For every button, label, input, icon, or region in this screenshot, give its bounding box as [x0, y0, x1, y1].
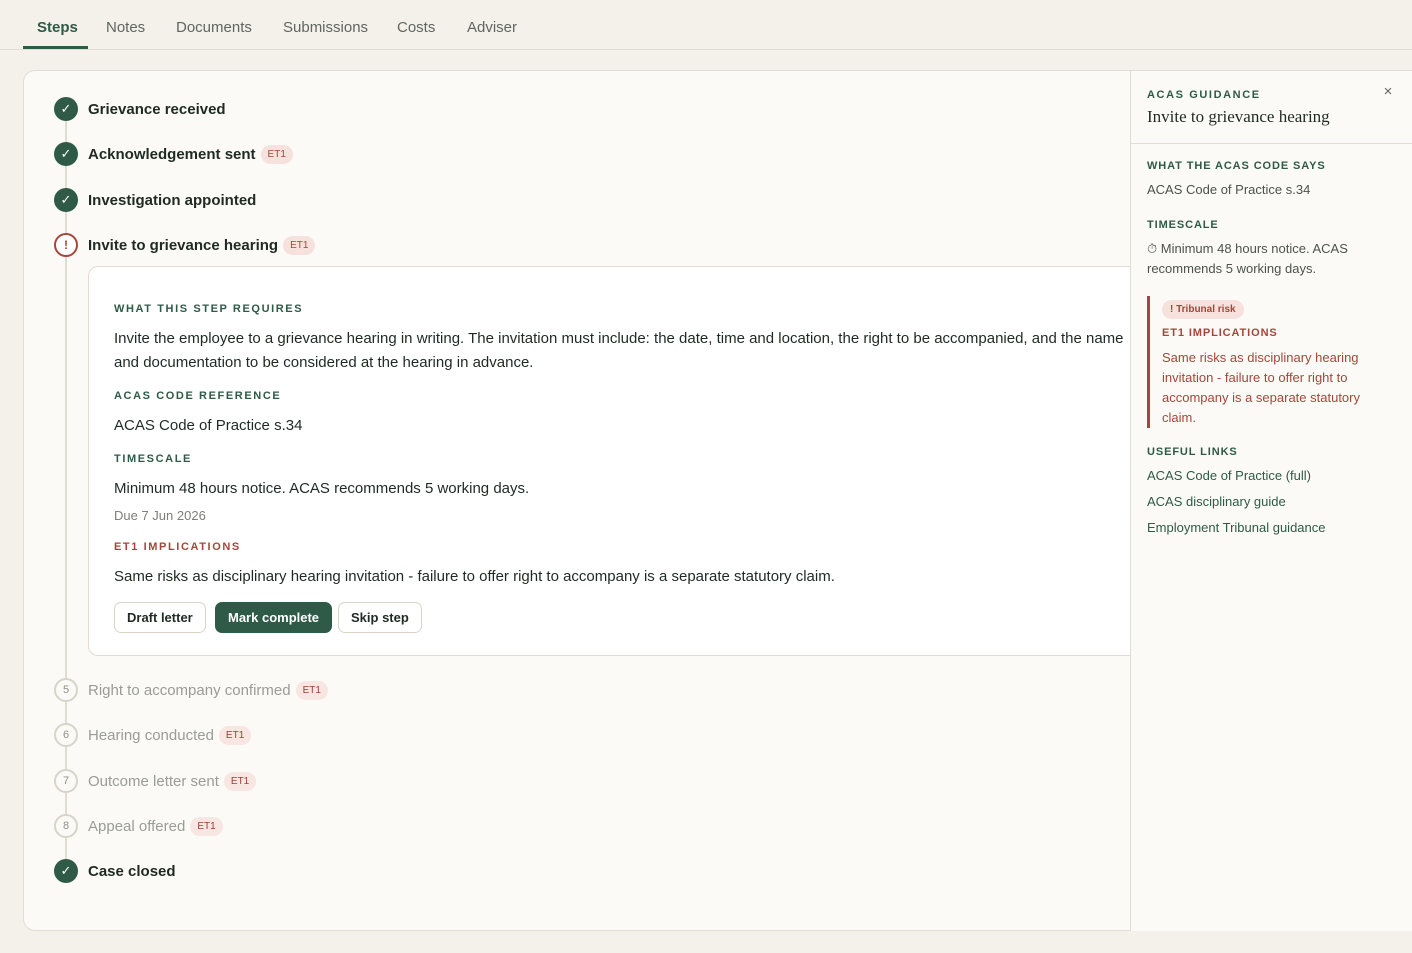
requires-heading: WHAT THIS STEP REQUIRES: [114, 303, 304, 315]
check-icon: ✓: [54, 97, 78, 121]
side-timescale-line-1: ⏱ Minimum 48 hours notice. ACAS: [1147, 241, 1348, 256]
due-date: Due 7 Jun 2026: [114, 508, 206, 523]
step-label: Appeal offered: [88, 817, 186, 835]
step-number: 5: [54, 678, 78, 702]
steps-card: ✓ Grievance received ✓ Acknowledgement s…: [23, 70, 1183, 931]
link-acas-code-full[interactable]: ACAS Code of Practice (full): [1147, 468, 1311, 483]
active-tab-indicator: [23, 46, 88, 49]
timescale-heading: TIMESCALE: [114, 453, 192, 465]
panel-divider: [1131, 143, 1412, 144]
step-invite-to-grievance-hearing[interactable]: ! Invite to grievance hearing ET1: [54, 233, 316, 257]
step-label: Right to accompany confirmed: [88, 681, 291, 699]
tribunal-risk-box: ! Tribunal risk ET1 IMPLICATIONS Same ri…: [1147, 296, 1397, 428]
skip-step-button[interactable]: Skip step: [338, 602, 422, 633]
risk-text: Same risks as disciplinary hearing invit…: [1162, 350, 1360, 425]
draft-letter-button[interactable]: Draft letter: [114, 602, 206, 633]
alert-icon: !: [54, 233, 78, 257]
code-heading: WHAT THE ACAS CODE SAYS: [1147, 160, 1326, 172]
code-text: ACAS Code of Practice s.34: [1147, 182, 1311, 197]
step-investigation-appointed[interactable]: ✓ Investigation appointed: [54, 188, 256, 212]
acas-reference-heading: ACAS CODE REFERENCE: [114, 390, 282, 402]
step-case-closed[interactable]: ✓ Case closed: [54, 859, 176, 883]
step-number: 6: [54, 723, 78, 747]
et1-badge: ET1: [190, 816, 223, 836]
step-label: Investigation appointed: [88, 191, 257, 209]
et1-badge: ET1: [295, 680, 328, 700]
link-employment-tribunal-guidance[interactable]: Employment Tribunal guidance: [1147, 520, 1326, 535]
et1-implications-heading: ET1 IMPLICATIONS: [114, 541, 241, 553]
tab-steps[interactable]: Steps: [37, 19, 78, 36]
et1-implications-text: Same risks as disciplinary hearing invit…: [114, 568, 835, 585]
step-label: Acknowledgement sent: [88, 145, 256, 163]
side-timescale-heading: TIMESCALE: [1147, 219, 1219, 231]
guidance-title: Invite to grievance hearing: [1147, 107, 1330, 126]
tab-submissions[interactable]: Submissions: [283, 19, 368, 36]
step-label: Grievance received: [88, 100, 226, 118]
step-label: Hearing conducted: [88, 726, 214, 744]
timeline-line: [65, 109, 67, 879]
et1-badge: ET1: [283, 235, 316, 255]
tab-notes[interactable]: Notes: [106, 19, 145, 36]
step-number: 7: [54, 769, 78, 793]
guidance-kicker: ACAS GUIDANCE: [1147, 89, 1261, 101]
check-icon: ✓: [54, 859, 78, 883]
step-label: Invite to grievance hearing: [88, 236, 279, 254]
step-hearing-conducted[interactable]: 6 Hearing conducted ET1: [54, 723, 252, 747]
close-icon[interactable]: ×: [1381, 83, 1395, 100]
et1-badge: ET1: [260, 144, 293, 164]
tab-adviser[interactable]: Adviser: [467, 19, 517, 36]
tribunal-risk-badge: ! Tribunal risk: [1162, 300, 1244, 319]
check-icon: ✓: [54, 142, 78, 166]
link-acas-disciplinary-guide[interactable]: ACAS disciplinary guide: [1147, 494, 1286, 509]
step-acknowledgement-sent[interactable]: ✓ Acknowledgement sent ET1: [54, 142, 293, 166]
timescale-text: Minimum 48 hours notice. ACAS recommends…: [114, 480, 530, 497]
step-label: Case closed: [88, 862, 176, 880]
et1-badge: ET1: [218, 725, 252, 745]
step-grievance-received[interactable]: ✓ Grievance received: [54, 97, 226, 121]
tab-documents[interactable]: Documents: [176, 19, 252, 36]
step-appeal-offered[interactable]: 8 Appeal offered ET1: [54, 814, 223, 838]
acas-guidance-panel: ACAS GUIDANCE Invite to grievance hearin…: [1130, 70, 1412, 931]
useful-links-heading: USEFUL LINKS: [1147, 446, 1238, 458]
side-timescale-line-2: recommends 5 working days.: [1147, 261, 1317, 276]
risk-heading: ET1 IMPLICATIONS: [1162, 327, 1278, 339]
mark-complete-button[interactable]: Mark complete: [215, 602, 333, 633]
et1-badge: ET1: [223, 771, 257, 791]
check-icon: ✓: [54, 188, 78, 212]
requires-text-line-1: Invite the employee to a grievance heari…: [114, 330, 1124, 347]
acas-reference-text: ACAS Code of Practice s.34: [114, 417, 303, 434]
step-outcome-letter-sent[interactable]: 7 Outcome letter sent ET1: [54, 769, 257, 793]
requires-text-line-2: and documentation to be considered at th…: [114, 354, 534, 371]
step-label: Outcome letter sent: [88, 772, 219, 790]
tab-costs[interactable]: Costs: [397, 19, 435, 36]
step-number: 8: [54, 814, 78, 838]
tab-bar: Steps Notes Documents Submissions Costs …: [0, 0, 1412, 50]
step-detail-panel: WHAT THIS STEP REQUIRES Invite the emplo…: [88, 266, 1182, 656]
step-right-to-accompany-confirmed[interactable]: 5 Right to accompany confirmed ET1: [54, 678, 328, 702]
